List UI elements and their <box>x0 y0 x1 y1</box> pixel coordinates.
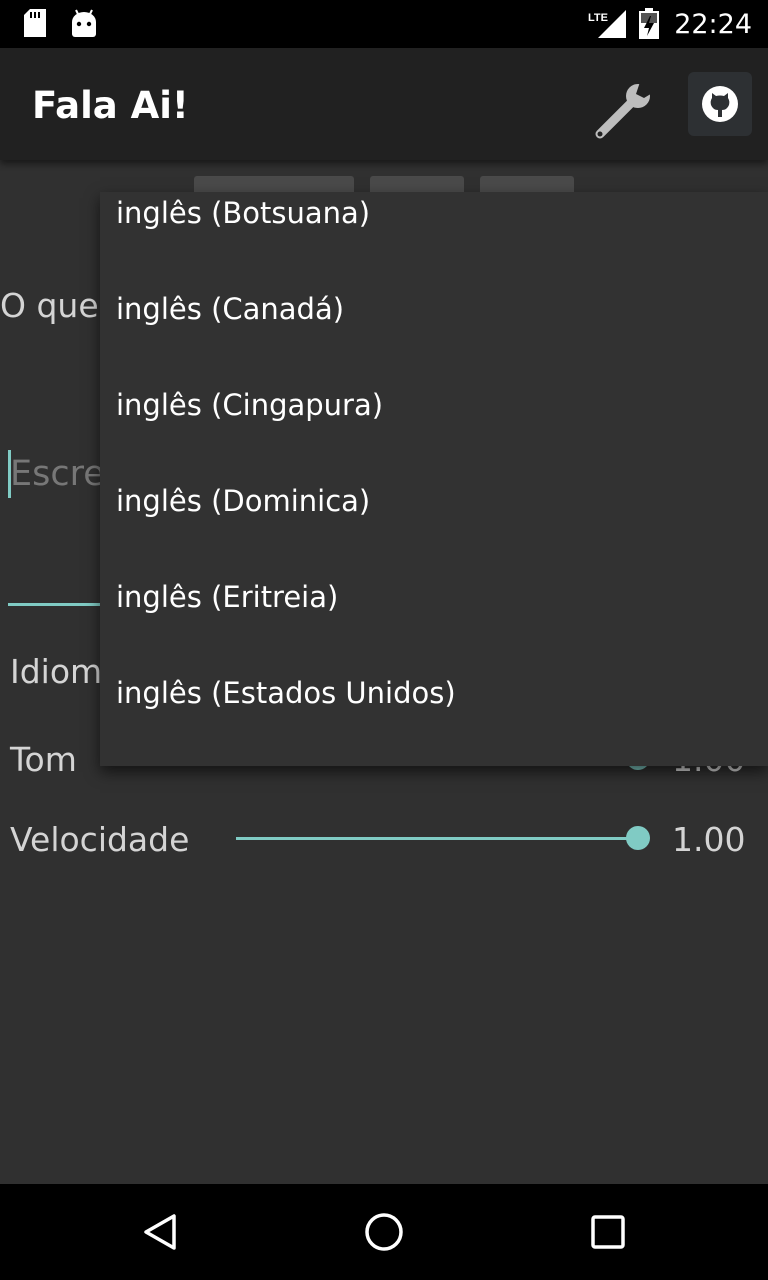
dropdown-option[interactable]: inglês (Estados Unidos) <box>116 676 456 710</box>
clock: 22:24 <box>674 8 752 40</box>
android-icon <box>72 9 96 37</box>
language-label: Idiom <box>10 652 103 691</box>
dropdown-option[interactable]: inglês (Canadá) <box>116 292 344 326</box>
speed-slider-track[interactable] <box>236 837 638 840</box>
svg-text:LTE: LTE <box>588 12 608 24</box>
recents-button[interactable] <box>584 1208 632 1256</box>
github-icon <box>702 86 738 122</box>
navigation-bar <box>0 1184 768 1280</box>
app-title: Fala Ai! <box>32 84 189 127</box>
speed-label: Velocidade <box>10 820 190 859</box>
dropdown-option[interactable]: inglês (Botsuana) <box>116 196 370 230</box>
text-input-underline <box>8 603 108 606</box>
battery-charging-icon <box>639 8 660 39</box>
dropdown-option[interactable]: inglês (Dominica) <box>116 484 370 518</box>
lte-signal-icon: LTE <box>588 10 627 38</box>
home-button[interactable] <box>360 1208 408 1256</box>
speed-slider-thumb[interactable] <box>626 826 650 850</box>
language-dropdown: inglês (Botsuana) inglês (Canadá) inglês… <box>100 192 768 766</box>
dropdown-option[interactable]: inglês (Cingapura) <box>116 388 383 422</box>
home-icon <box>365 1213 403 1251</box>
pitch-label: Tom <box>10 740 77 779</box>
dropdown-option[interactable]: inglês (Eritreia) <box>116 580 338 614</box>
sd-card-icon <box>24 9 46 37</box>
status-bar: LTE 22:24 <box>0 0 768 48</box>
app-bar: Fala Ai! <box>0 48 768 160</box>
recents-icon <box>591 1215 625 1249</box>
wrench-icon[interactable] <box>590 78 656 144</box>
prompt-label: O que <box>0 286 99 325</box>
github-button[interactable] <box>688 72 752 136</box>
speed-value: 1.00 <box>672 820 746 859</box>
back-button[interactable] <box>136 1208 184 1256</box>
back-icon <box>144 1214 176 1250</box>
